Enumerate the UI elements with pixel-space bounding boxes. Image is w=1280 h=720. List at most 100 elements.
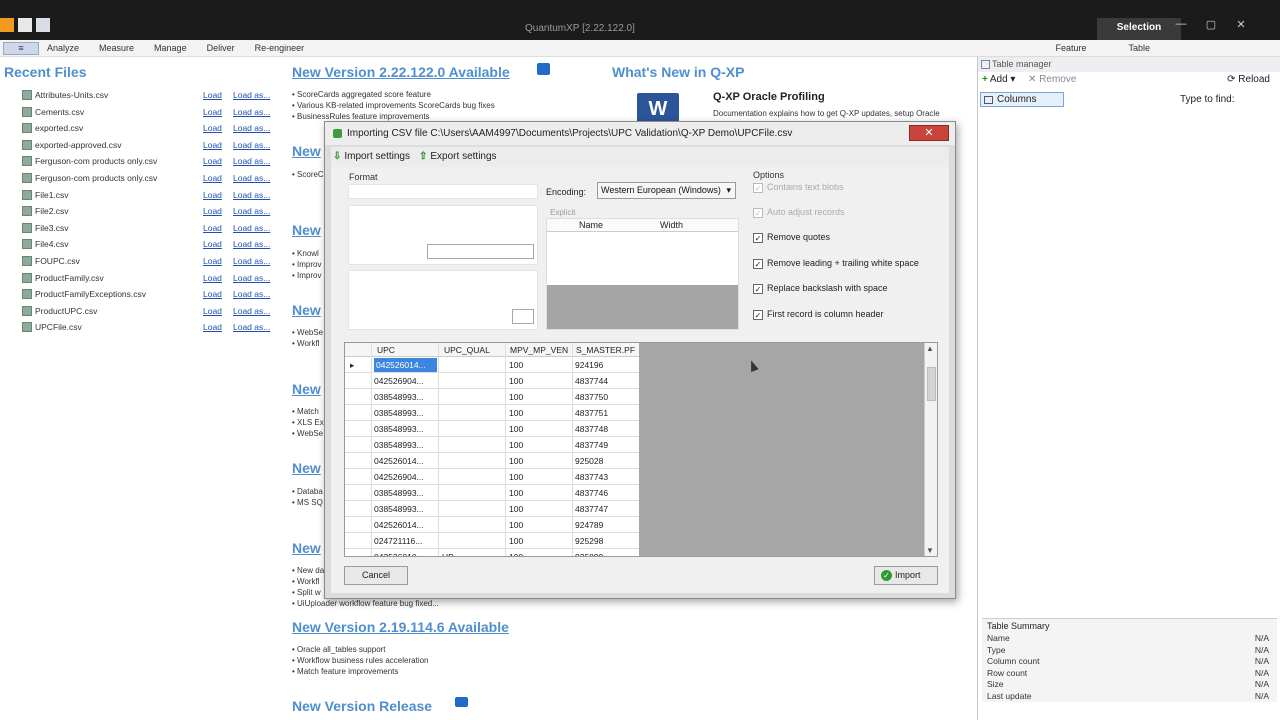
load-link[interactable]: Load: [203, 173, 222, 183]
export-settings-button[interactable]: ⇧ Export settings: [419, 151, 497, 162]
maximize-button[interactable]: ▢: [1200, 18, 1222, 31]
table-cell[interactable]: 100: [509, 424, 523, 434]
columns-tab[interactable]: Columns: [980, 92, 1064, 107]
checkbox[interactable]: ✓: [753, 233, 763, 243]
app-icon[interactable]: [0, 18, 14, 32]
load-link[interactable]: Load: [203, 273, 222, 283]
load-link[interactable]: Load: [203, 90, 222, 100]
table-row[interactable]: 042526014... 100 925028: [345, 453, 639, 469]
load-link[interactable]: Load: [203, 107, 222, 117]
scroll-up-icon[interactable]: ▲: [926, 344, 934, 353]
add-table-button[interactable]: + Add ▾: [982, 74, 1015, 85]
option-checkbox-row[interactable]: ✓ First record is column header: [753, 309, 884, 320]
table-cell[interactable]: 038548993...: [374, 488, 424, 498]
version-title-partial[interactable]: New: [292, 381, 321, 397]
explicit-col-name[interactable]: Name: [579, 220, 603, 230]
version-title-bottom[interactable]: New Version Release: [292, 698, 432, 712]
menu-table[interactable]: Table: [1128, 43, 1150, 53]
load-as-link[interactable]: Load as...: [233, 273, 270, 283]
table-cell[interactable]: 038548993...: [374, 392, 424, 402]
table-cell[interactable]: 4837744: [575, 376, 608, 386]
remove-table-button[interactable]: ✕ Remove: [1028, 74, 1076, 85]
cancel-button[interactable]: Cancel: [344, 566, 408, 585]
table-cell[interactable]: 924789: [575, 520, 603, 530]
table-cell[interactable]: 042526904...: [374, 472, 424, 482]
import-settings-button[interactable]: ⇩ Import settings: [333, 151, 410, 162]
version-title-2-19[interactable]: New Version 2.19.114.6 Available: [292, 619, 509, 635]
version-title-partial[interactable]: New: [292, 540, 321, 556]
explicit-columns-grid[interactable]: Name Width: [546, 218, 739, 330]
load-as-link[interactable]: Load as...: [233, 322, 270, 332]
table-cell[interactable]: 100: [509, 376, 523, 386]
load-as-link[interactable]: Load as...: [233, 140, 270, 150]
table-cell[interactable]: 100: [509, 504, 523, 514]
table-row[interactable]: 042526014... 100 924789: [345, 517, 639, 533]
menu-feature[interactable]: Feature: [1055, 43, 1086, 53]
load-link[interactable]: Load: [203, 156, 222, 166]
menu-reengineer[interactable]: Re-engineer: [255, 43, 305, 53]
load-link[interactable]: Load: [203, 289, 222, 299]
delimiter-input[interactable]: [427, 244, 534, 259]
format-selector[interactable]: [348, 184, 538, 199]
table-cell[interactable]: 024721116...: [374, 536, 422, 546]
csv-preview-grid[interactable]: UPC UPC_QUAL MPV_MP_VEN S_MASTER.PF ▸ 042…: [344, 342, 938, 557]
load-link[interactable]: Load: [203, 223, 222, 233]
load-as-link[interactable]: Load as...: [233, 306, 270, 316]
table-cell[interactable]: 038548993...: [374, 408, 424, 418]
column-header-mpv[interactable]: MPV_MP_VEN: [510, 345, 572, 355]
column-header-upc-qual[interactable]: UPC_QUAL: [444, 345, 490, 355]
table-row[interactable]: ▸ 042526014... 100 924196: [345, 357, 639, 373]
table-cell[interactable]: 4837747: [575, 504, 608, 514]
close-window-button[interactable]: ✕: [1230, 18, 1252, 31]
table-cell[interactable]: 100: [509, 360, 523, 370]
grid-vertical-scrollbar[interactable]: ▲ ▼: [924, 343, 937, 556]
load-link[interactable]: Load: [203, 239, 222, 249]
load-as-link[interactable]: Load as...: [233, 256, 270, 266]
table-cell[interactable]: 100: [509, 488, 523, 498]
table-cell[interactable]: 100: [509, 440, 523, 450]
table-row[interactable]: 024721116... 100 925298: [345, 533, 639, 549]
menu-manage[interactable]: Manage: [154, 43, 187, 53]
save-icon[interactable]: [36, 18, 50, 32]
table-cell[interactable]: 925899: [575, 552, 603, 556]
table-cell[interactable]: 4837749: [575, 440, 608, 450]
table-row[interactable]: 038548993... 100 4837751: [345, 405, 639, 421]
table-cell[interactable]: 100: [509, 408, 523, 418]
table-cell[interactable]: 042526010...: [374, 552, 424, 556]
home-icon[interactable]: [18, 18, 32, 32]
table-cell[interactable]: 4837750: [575, 392, 608, 402]
option-checkbox-row[interactable]: ✓ Remove quotes: [753, 232, 830, 243]
oracle-profiling-title[interactable]: Q-XP Oracle Profiling: [713, 91, 825, 103]
column-header-s-master[interactable]: S_MASTER.PF: [576, 345, 638, 355]
load-as-link[interactable]: Load as...: [233, 223, 270, 233]
load-as-link[interactable]: Load as...: [233, 190, 270, 200]
load-as-link[interactable]: Load as...: [233, 123, 270, 133]
table-cell[interactable]: 042526014...: [374, 520, 424, 530]
load-as-link[interactable]: Load as...: [233, 156, 270, 166]
selection-context-tab[interactable]: Selection: [1097, 18, 1181, 40]
menu-analyze[interactable]: Analyze: [47, 43, 79, 53]
load-as-link[interactable]: Load as...: [233, 289, 270, 299]
table-row[interactable]: 038548993... 100 4837746: [345, 485, 639, 501]
table-row[interactable]: 042526904... 100 4837743: [345, 469, 639, 485]
table-cell[interactable]: 100: [509, 536, 523, 546]
load-link[interactable]: Load: [203, 123, 222, 133]
table-row[interactable]: 038548993... 100 4837748: [345, 421, 639, 437]
minimize-button[interactable]: —: [1170, 18, 1192, 31]
table-cell[interactable]: 100: [509, 552, 523, 556]
table-cell[interactable]: 4837743: [575, 472, 608, 482]
table-cell[interactable]: 100: [509, 392, 523, 402]
table-cell[interactable]: 925298: [575, 536, 603, 546]
table-row[interactable]: 038548993... 100 4837749: [345, 437, 639, 453]
import-button[interactable]: ✓ Import: [874, 566, 938, 585]
table-cell[interactable]: 038548993...: [374, 504, 424, 514]
version-title-2-22[interactable]: New Version 2.22.122.0 Available: [292, 64, 510, 80]
table-cell[interactable]: UP: [442, 552, 454, 556]
load-link[interactable]: Load: [203, 306, 222, 316]
table-cell[interactable]: 042526014...: [374, 456, 424, 466]
table-cell[interactable]: 038548993...: [374, 424, 424, 434]
load-link[interactable]: Load: [203, 256, 222, 266]
load-link[interactable]: Load: [203, 140, 222, 150]
checkbox[interactable]: ✓: [753, 310, 763, 320]
option-checkbox-row[interactable]: ✓ Remove leading + trailing white space: [753, 258, 919, 269]
